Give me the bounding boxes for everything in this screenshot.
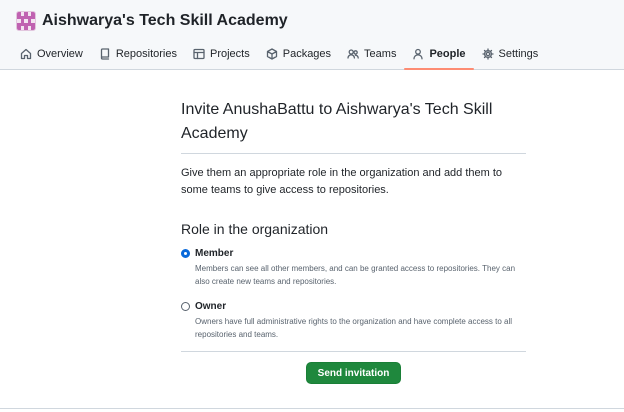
home-icon bbox=[20, 48, 32, 60]
gear-icon bbox=[481, 48, 494, 60]
people-icon bbox=[347, 49, 359, 59]
tab-label: Overview bbox=[37, 48, 83, 60]
tab-teams[interactable]: Teams bbox=[339, 40, 404, 68]
footer-divider bbox=[0, 408, 624, 409]
org-avatar[interactable] bbox=[16, 11, 36, 31]
tab-repositories[interactable]: Repositories bbox=[91, 40, 185, 68]
tab-people[interactable]: People bbox=[404, 40, 474, 70]
tab-settings[interactable]: Settings bbox=[474, 40, 547, 68]
role-option-owner[interactable]: Owner Owners have full administrative ri… bbox=[181, 300, 526, 341]
send-invitation-button[interactable]: Send invitation bbox=[305, 362, 402, 384]
org-name[interactable]: Aishwarya's Tech Skill Academy bbox=[42, 12, 288, 30]
role-option-member[interactable]: Member Members can see all other members… bbox=[181, 247, 526, 288]
repo-icon bbox=[100, 48, 109, 60]
tab-label: Repositories bbox=[115, 48, 177, 60]
table-icon bbox=[193, 48, 205, 60]
tab-overview[interactable]: Overview bbox=[12, 40, 91, 68]
member-label[interactable]: Member bbox=[195, 247, 526, 260]
tab-label: Packages bbox=[282, 48, 332, 60]
tab-label: People bbox=[429, 48, 466, 60]
tab-label: Teams bbox=[364, 48, 397, 60]
tab-label: Settings bbox=[498, 48, 539, 60]
form-divider bbox=[181, 351, 526, 352]
person-icon bbox=[413, 48, 424, 60]
org-nav-tabs: Overview Repositories Projects Packages … bbox=[12, 40, 546, 70]
owner-label[interactable]: Owner bbox=[195, 300, 526, 313]
invite-form: Invite AnushaBattu to Aishwarya's Tech S… bbox=[181, 98, 526, 384]
org-header: Aishwarya's Tech Skill Academy Overview … bbox=[0, 0, 624, 70]
org-title-row[interactable]: Aishwarya's Tech Skill Academy bbox=[16, 10, 288, 32]
owner-description: Owners have full administrative rights t… bbox=[195, 317, 513, 339]
page-title: Invite AnushaBattu to Aishwarya's Tech S… bbox=[181, 98, 526, 154]
form-actions: Send invitation bbox=[181, 362, 526, 384]
tab-projects[interactable]: Projects bbox=[185, 40, 258, 68]
owner-radio[interactable] bbox=[181, 302, 190, 311]
tab-label: Projects bbox=[209, 48, 250, 60]
member-description: Members can see all other members, and c… bbox=[195, 264, 516, 286]
package-icon bbox=[266, 48, 277, 60]
member-radio[interactable] bbox=[181, 249, 190, 258]
tab-packages[interactable]: Packages bbox=[258, 40, 339, 68]
invite-description: Give them an appropriate role in the org… bbox=[181, 167, 503, 196]
role-heading: Role in the organization bbox=[181, 221, 329, 237]
